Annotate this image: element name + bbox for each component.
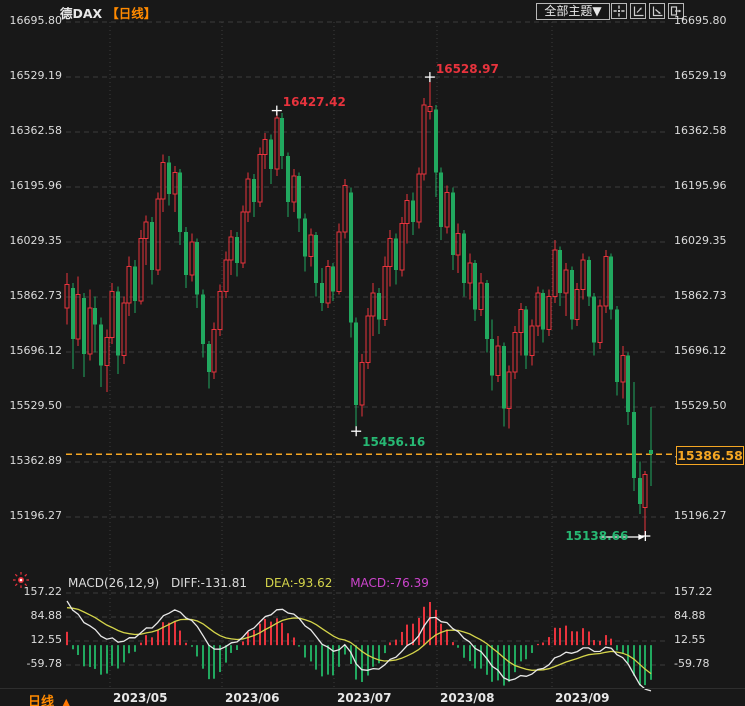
price-tick-label: 15696.12 <box>9 344 63 357</box>
macd-params-label: MACD(26,12,9) <box>68 576 160 590</box>
macd-diff-value: DIFF:-131.81 <box>170 576 247 590</box>
price-tick-label: 16195.96 <box>674 179 727 192</box>
theme-dropdown[interactable]: 全部主题▼ <box>536 3 610 20</box>
price-tick-label: 16695.80 <box>9 14 63 27</box>
date-tick-label: 2023/05 <box>113 691 168 705</box>
macd-indicator-header[interactable]: MACD(26,12,9) DIFF:-131.81 DEA:-93.62 MA… <box>68 576 429 590</box>
price-tick-label: 16195.96 <box>9 179 63 192</box>
macd-tick-label: 12.55 <box>674 633 706 646</box>
price-tick-label: 16362.58 <box>674 124 727 137</box>
price-tick-label: 15362.89 <box>9 454 63 467</box>
price-tick-label: 15196.27 <box>9 509 63 522</box>
axis-zoom-right-icon[interactable] <box>649 3 665 19</box>
chevron-up-icon: ▲ <box>62 696 71 706</box>
price-tick-label: 16529.19 <box>9 69 63 82</box>
indicator-settings-icon[interactable] <box>12 571 30 589</box>
macd-tick-label: -59.78 <box>26 657 62 670</box>
macd-tick-label: 157.22 <box>674 585 713 598</box>
price-tick-label: 15529.50 <box>9 399 63 412</box>
chart-title: 德DAX 【日线】 <box>60 3 156 22</box>
candlestick-chart[interactable] <box>0 0 745 706</box>
price-annotation-16427.42: 16427.42 <box>282 94 346 109</box>
price-tick-label: 15529.50 <box>674 399 727 412</box>
date-tick-label: 2023/08 <box>440 691 495 705</box>
macd-tick-label: 12.55 <box>30 633 63 646</box>
chart-app: 德DAX 【日线】 全部主题▼ 16695.80 16529.19 16362.58 1… <box>0 0 745 706</box>
macd-tick-label: 84.88 <box>30 609 63 622</box>
price-annotation-15138.66: 15138.66 <box>565 529 629 544</box>
price-tick-label: 16029.35 <box>9 234 63 247</box>
price-tick-label: 15862.73 <box>674 289 727 302</box>
price-tick-label: 16029.35 <box>674 234 727 247</box>
price-tick-label: 15196.27 <box>674 509 727 522</box>
price-tick-label: 16529.19 <box>674 69 727 82</box>
price-annotation-16528.97: 16528.97 <box>435 62 499 77</box>
macd-tick-label: 157.22 <box>23 585 63 598</box>
tab-daily-period[interactable]: 日线 ▲ <box>28 691 70 706</box>
macd-dea-value: DEA:-93.62 <box>264 576 333 590</box>
symbol-name: 德DAX <box>60 6 103 21</box>
macd-value: MACD:-76.39 <box>350 576 429 590</box>
macd-tick-label: 84.88 <box>674 609 706 622</box>
period-tag: 【日线】 <box>106 6 157 21</box>
date-tick-label: 2023/06 <box>225 691 280 705</box>
price-tick-label: 16362.58 <box>9 124 63 137</box>
axis-zoom-left-icon[interactable] <box>630 3 646 19</box>
price-tick-label: 16695.80 <box>674 14 727 27</box>
price-tick-label: 15696.12 <box>674 344 727 357</box>
macd-tick-label: -59.78 <box>674 657 710 670</box>
date-tick-label: 2023/09 <box>555 691 610 705</box>
move-crosshair-icon[interactable] <box>611 3 627 19</box>
last-price-box[interactable]: 15386.58 <box>676 446 744 465</box>
price-annotation-15456.16: 15456.16 <box>362 435 426 450</box>
period-tab-label: 日线 <box>28 695 55 706</box>
price-tick-label: 15862.73 <box>9 289 63 302</box>
pane-divider <box>0 688 745 689</box>
date-tick-label: 2023/07 <box>337 691 392 705</box>
